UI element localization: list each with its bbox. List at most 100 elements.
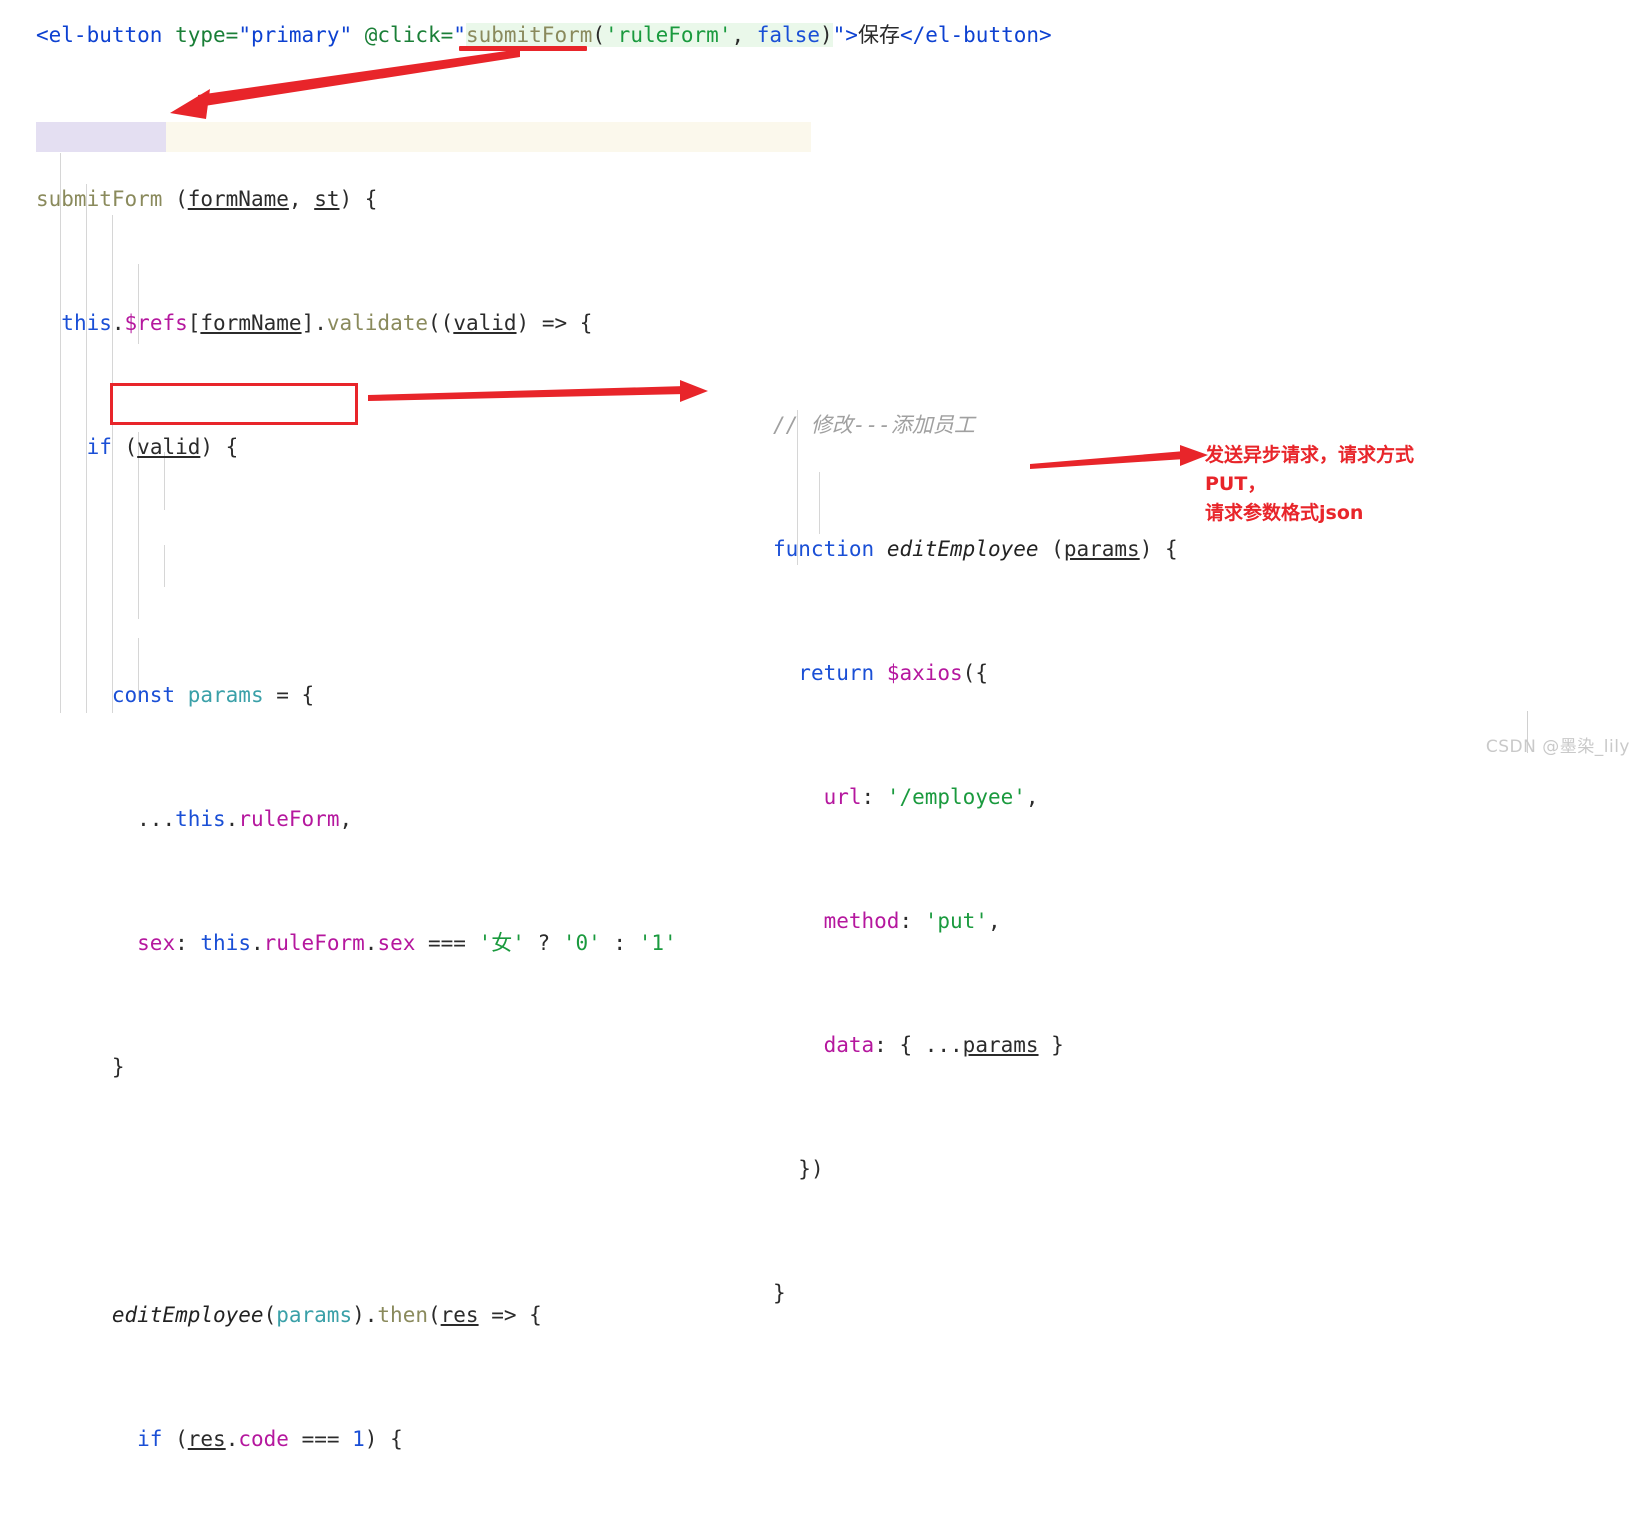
key-sex: sex — [137, 931, 176, 955]
brace-close-params: } — [111, 1055, 125, 1079]
right-code-line-4: url: '/employee', — [773, 782, 1178, 813]
fn-then: then — [377, 1303, 428, 1327]
code-line-4-blank — [36, 556, 677, 587]
l8-indent — [36, 1055, 112, 1079]
right-code-line-7: }) — [773, 1154, 1178, 1185]
val-params-spread: params — [962, 1033, 1039, 1057]
num-one: 1 — [352, 1427, 365, 1451]
l2-p1: (( — [428, 311, 454, 335]
l6-dot: . — [225, 807, 239, 831]
l2-br2: ]. — [301, 311, 327, 335]
l10-indent — [36, 1303, 112, 1327]
r7-close: }) — [798, 1157, 824, 1181]
r3-tail: ({ — [962, 661, 988, 685]
l1-comma: , — [288, 187, 315, 211]
kw-const: const — [111, 683, 176, 707]
annotation-line-2: 请求参数格式json — [1205, 502, 1364, 524]
code-line-8: } — [36, 1052, 677, 1083]
fn-validate: validate — [326, 311, 429, 335]
request-annotation-text: 发送异步请求，请求方式PUT， 请求参数格式json — [1205, 441, 1446, 528]
code-line-7: sex: this.ruleForm.sex === '女' ? '0' : '… — [36, 928, 677, 959]
param-res-2: res — [187, 1427, 226, 1451]
var-params-decl: params — [187, 683, 264, 707]
kw-if-1: if — [86, 435, 112, 459]
r6-tail: } — [1038, 1033, 1064, 1057]
l6-indent — [36, 807, 137, 831]
param-st: st — [314, 187, 340, 211]
r5-indent — [773, 909, 824, 933]
prop-ruleform-2: ruleForm — [263, 931, 365, 955]
str-zero: '0' — [562, 931, 601, 955]
l7-c: : — [600, 931, 639, 955]
kw-function: function — [773, 537, 875, 561]
arg-ruleform: 'ruleForm' — [605, 23, 732, 47]
right-code-line-3: return $axios({ — [773, 658, 1178, 689]
space-2 — [352, 23, 365, 47]
space-1 — [162, 23, 175, 47]
arg-params: params — [276, 1303, 353, 1327]
editemployee-call-highlight-box — [110, 383, 358, 425]
r7-indent — [773, 1157, 798, 1181]
l7-q: ? — [524, 931, 563, 955]
attr-type-name: type= — [175, 23, 239, 47]
param-valid-2: valid — [137, 435, 201, 459]
r5-colon: : — [899, 909, 925, 933]
code-line-2: this.$refs[formName].validate((valid) =>… — [36, 308, 677, 339]
l10-dot: . — [364, 1303, 378, 1327]
l5-indent — [36, 683, 112, 707]
kw-return: return — [798, 661, 875, 685]
fn-editemployee-call: editEmployee — [111, 1303, 264, 1327]
spread-1: ... — [137, 807, 176, 831]
right-code-block: // 修改---添加员工 function editEmployee (para… — [773, 348, 1178, 1340]
r4-comma: , — [1025, 785, 1039, 809]
code-line-5: const params = { — [36, 680, 677, 711]
code-line-10: editEmployee(params).then(res => { — [36, 1300, 677, 1331]
el-button-open-tag: <el-button — [36, 23, 163, 47]
l11-tail: ) { — [364, 1427, 403, 1451]
prop-code: code — [238, 1427, 289, 1451]
button-label: 保存 — [857, 23, 900, 47]
kw-this-3: this — [200, 931, 251, 955]
highlighted-submitform-call: submitForm('ruleForm', false) — [465, 23, 833, 47]
l5-tail: = { — [263, 683, 315, 707]
l10-p2: ) — [352, 1303, 365, 1327]
gt-bracket: > — [845, 23, 858, 47]
quote-close: " — [832, 23, 846, 47]
l2-tail: ) => { — [516, 311, 593, 335]
key-method: method — [823, 909, 900, 933]
l11-p: ( — [162, 1427, 188, 1451]
r6-colon: : { ... — [874, 1033, 963, 1057]
el-button-close-tag: </el-button> — [899, 23, 1052, 47]
l7-indent — [36, 931, 137, 955]
l7-colon: : — [175, 931, 201, 955]
l7-d1: . — [250, 931, 264, 955]
fn-submitform: submitForm — [36, 187, 163, 211]
arg-false: false — [756, 23, 820, 47]
code-line-1: submitForm (formName, st) { — [36, 184, 677, 215]
kw-this-1: this — [61, 311, 112, 335]
arg-comma: , — [731, 23, 757, 47]
attr-click-name: @click= — [364, 23, 454, 47]
key-data: data — [823, 1033, 875, 1057]
r2-p1: ( — [1038, 537, 1064, 561]
r8-close: } — [773, 1281, 786, 1305]
param-formname: formName — [187, 187, 289, 211]
code-line-9-blank — [36, 1176, 677, 1207]
annotation-line-1: 发送异步请求，请求方式PUT， — [1205, 444, 1415, 495]
val-url: '/employee' — [886, 785, 1026, 809]
quote-open: " — [453, 23, 466, 47]
l6-tail: , — [339, 807, 353, 831]
comment-edit-employee: // 修改---添加员工 — [773, 413, 975, 437]
kw-if-2: if — [137, 1427, 163, 1451]
prop-refs: $refs — [124, 311, 188, 335]
l3-p1: ( — [111, 435, 138, 459]
arrow-submitform-to-definition — [170, 49, 520, 119]
kw-this-2: this — [175, 807, 226, 831]
l10-tail: => { — [478, 1303, 542, 1327]
l1-tail: ) { — [339, 187, 378, 211]
r3-sp — [874, 661, 887, 685]
left-code-block: submitForm (formName, st) { this.$refs[f… — [36, 122, 677, 1526]
l10-p3: ( — [427, 1303, 441, 1327]
l7-d2: . — [364, 931, 378, 955]
str-one: '1' — [638, 931, 677, 955]
